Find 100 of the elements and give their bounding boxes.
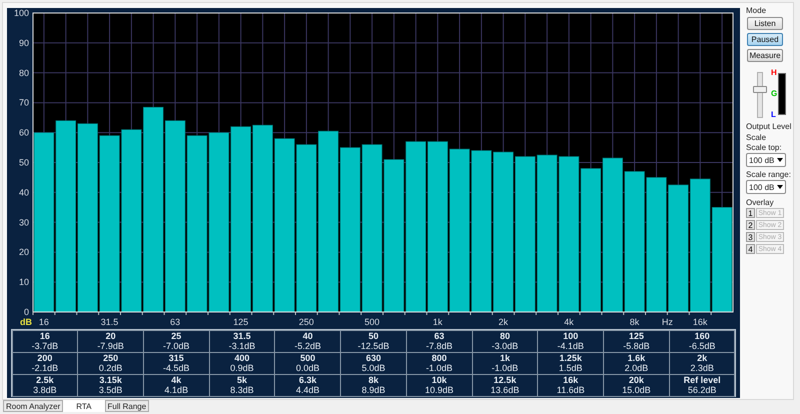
group-title: Mode [745, 6, 768, 15]
axis-label: 16 [38, 317, 49, 326]
band-reading: 2.0dB [624, 363, 648, 373]
band-label: 12.5k [494, 375, 516, 385]
band-label: 125 [628, 331, 644, 341]
band-reading: -7.8dB [426, 341, 452, 351]
band-reading: 2.3dB [690, 363, 714, 373]
band-reading: -12.5dB [358, 341, 390, 351]
field-label: Scale top: [746, 143, 783, 152]
band-label: 25 [171, 331, 182, 341]
band-reading: 0.0dB [296, 363, 320, 373]
level-meter [778, 73, 786, 115]
tab[interactable]: RTA [63, 400, 105, 412]
band-label: 1.25k [559, 353, 582, 363]
band-label: 800 [432, 353, 447, 363]
axis-title: Hz [662, 317, 673, 326]
axis-label: 80 [18, 68, 29, 78]
band-reading: -4.1dB [557, 341, 584, 351]
band-label: 31.5 [233, 331, 251, 341]
band-label: 8k [368, 375, 378, 385]
axis-label: 31.5 [100, 317, 118, 326]
band-reading: -6.5dB [688, 341, 716, 351]
band-reading: 10.9dB [424, 385, 454, 395]
band-label: 16k [563, 375, 578, 385]
axis-label: 10 [18, 277, 29, 288]
band-label: 100 [563, 331, 578, 341]
band-label: 4k [171, 375, 182, 385]
slider-label: Output Level [746, 122, 792, 131]
axis-label: 8k [630, 317, 640, 326]
mode-button[interactable]: Paused [747, 33, 783, 46]
band-label: 1.6k [628, 353, 646, 363]
axis-label: 90 [18, 38, 29, 48]
band-reading: -7.9dB [97, 341, 124, 351]
band-label: 200 [37, 353, 52, 363]
band-label: 40 [302, 331, 313, 341]
band-reading: -3.1dB [228, 341, 256, 351]
band-reading: 5.0dB [362, 363, 386, 373]
axis-label: 63 [170, 317, 180, 326]
tab[interactable]: Room Analyzer [3, 400, 64, 412]
band-reading: -7.0dB [163, 341, 190, 351]
band-reading: -5.8dB [623, 341, 650, 351]
band-reading: -3.0dB [492, 341, 518, 351]
band-reading: 15.0dB [622, 385, 651, 395]
band-label: 80 [500, 331, 510, 341]
axis-label: 1k [432, 317, 442, 326]
band-reading: 11.6dB [556, 385, 585, 395]
band-reading: 13.6dB [490, 385, 520, 395]
dropdown[interactable]: 100 dB [746, 180, 786, 194]
mode-button[interactable]: Listen [747, 17, 783, 30]
band-label: 2k [697, 353, 708, 363]
band-label: 160 [694, 331, 710, 341]
band-label: 500 [300, 353, 316, 363]
band-reading: 4.4dB [296, 385, 320, 395]
band-reading: 1.5dB [558, 363, 582, 373]
mode-button[interactable]: Measure [747, 49, 783, 62]
axis-label: 2k [498, 317, 508, 326]
band-label: 10k [432, 375, 447, 385]
meter-mark: G [771, 90, 778, 98]
band-label: 20 [106, 331, 116, 341]
slider-thumb[interactable] [753, 86, 767, 93]
field-label: Scale range: [746, 170, 792, 179]
axis-label: 125 [233, 317, 248, 326]
axis-label: 30 [18, 217, 29, 228]
axis-label: 40 [18, 187, 29, 198]
band-reading: 3.5dB [98, 385, 122, 395]
band-label: 6.3k [299, 375, 317, 385]
band-label: 63 [434, 331, 444, 341]
caret-icon [777, 158, 783, 162]
axis-label: 0 [24, 307, 29, 317]
band-reading: -4.5dB [163, 363, 190, 373]
band-label: 16 [40, 331, 50, 341]
axis-label: 100 [14, 8, 29, 18]
band-label: 2.5k [36, 375, 54, 385]
band-label: 400 [234, 353, 250, 363]
band-reading: -2.1dB [32, 363, 58, 373]
band-reading: -1.0dB [492, 363, 518, 373]
axis-label: 60 [18, 128, 29, 138]
axis-label: 250 [298, 317, 314, 326]
axis-title: dB [20, 317, 32, 326]
band-reading: 3.8dB [33, 385, 57, 395]
band-reading: 0.9dB [230, 363, 254, 373]
dropdown[interactable]: 100 dB [746, 153, 786, 167]
axis-label: 50 [18, 158, 29, 168]
meter-mark: L [771, 111, 777, 119]
axis-label: 70 [18, 98, 29, 108]
band-label: 50 [368, 331, 378, 341]
band-reading: -1.0dB [426, 363, 452, 373]
band-label: Ref level [684, 375, 721, 385]
band-label: 3.15k [99, 375, 122, 385]
band-reading: -5.2dB [294, 341, 322, 351]
band-label: 5k [237, 375, 248, 385]
group-title: Scale [745, 133, 768, 142]
band-label: 1k [500, 353, 510, 363]
axis-label: 500 [364, 317, 380, 326]
group-title: Overlay [745, 198, 775, 207]
band-reading: 56.2dB [688, 385, 716, 395]
band-reading: -3.7dB [32, 341, 58, 351]
tab[interactable]: Full Range [104, 400, 150, 412]
axis-label: 4k [564, 317, 574, 326]
axis-label: 16k [692, 317, 708, 326]
